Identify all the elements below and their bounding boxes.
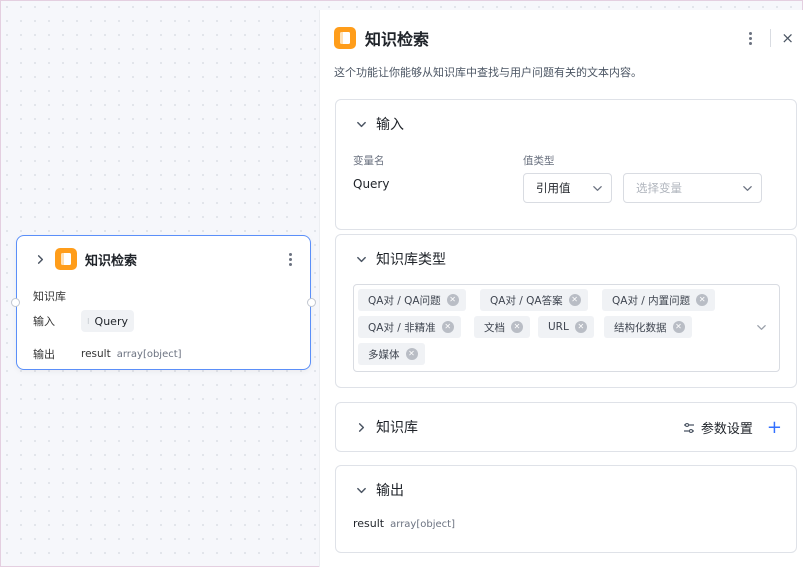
input-variable-name: Query	[94, 314, 128, 328]
node-input-row: 输入 ⁝ Query	[33, 310, 134, 332]
kb-type-tag: 多媒体 ✕	[358, 343, 425, 365]
kb-type-section: 知识库类型 QA对 / QA问题 ✕ QA对 / QA答案 ✕ QA对 / 内置…	[335, 234, 797, 388]
chevron-down-icon[interactable]	[756, 322, 767, 333]
remove-tag-icon[interactable]: ✕	[441, 321, 454, 333]
tag-label: QA对 / QA答案	[490, 294, 563, 307]
var-name-value: Query	[353, 177, 390, 191]
panel-title: 知识检索	[365, 30, 430, 49]
output-name: result	[353, 517, 385, 530]
node-kb-label: 知识库	[33, 290, 66, 303]
output-section-title: 输出	[376, 483, 404, 499]
output-handle[interactable]	[307, 298, 316, 307]
input-handle[interactable]	[11, 298, 20, 307]
output-section: 输出 result array[object]	[335, 465, 797, 553]
node-output-label: 输出	[33, 348, 55, 361]
output-type: array[object]	[390, 519, 455, 530]
input-variable-chip[interactable]: ⁝ Query	[81, 310, 134, 332]
kb-section-title: 知识库	[376, 420, 418, 436]
output-row: result array[object]	[353, 517, 455, 530]
input-section-header[interactable]: 输入	[354, 114, 404, 134]
node-title: 知识检索	[85, 253, 138, 269]
tag-label: 文档	[484, 321, 505, 334]
node-input-label: 输入	[33, 315, 55, 328]
add-kb-button[interactable]: +	[767, 418, 782, 437]
value-type-column-label: 值类型	[523, 155, 555, 167]
kb-type-section-title: 知识库类型	[376, 252, 446, 268]
kb-type-section-header[interactable]: 知识库类型	[354, 249, 446, 269]
remove-tag-icon[interactable]: ✕	[672, 321, 685, 333]
remove-tag-icon[interactable]: ✕	[511, 321, 523, 333]
kb-section-header[interactable]: 知识库	[354, 417, 418, 437]
remove-tag-icon[interactable]: ✕	[446, 294, 459, 306]
panel-actions: ×	[745, 29, 794, 47]
kb-type-tag: URL ✕	[538, 316, 594, 338]
kb-section: 知识库 参数设置 +	[335, 402, 797, 452]
var-name-column-label: 变量名	[353, 155, 385, 167]
close-icon[interactable]: ×	[781, 30, 794, 46]
chevron-down-icon[interactable]	[354, 483, 368, 497]
knowledge-retrieval-node[interactable]: 知识检索 知识库 输入 ⁝ Query 输出 result array[obje…	[11, 235, 316, 370]
variable-select-placeholder: 选择变量	[636, 181, 682, 195]
remove-tag-icon[interactable]: ✕	[696, 294, 709, 306]
chevron-down-icon	[742, 183, 753, 194]
divider	[770, 29, 772, 47]
kb-type-tag: QA对 / 非精准 ✕	[358, 316, 461, 338]
kb-type-multiselect[interactable]: QA对 / QA问题 ✕ QA对 / QA答案 ✕ QA对 / 内置问题 ✕ Q…	[353, 284, 780, 372]
kb-type-tag: 结构化数据 ✕	[604, 316, 692, 338]
tag-label: QA对 / QA问题	[368, 294, 441, 307]
remove-tag-icon[interactable]: ✕	[574, 321, 587, 333]
kb-type-tag: QA对 / 内置问题 ✕	[602, 289, 716, 311]
tag-label: QA对 / 非精准	[368, 321, 436, 334]
output-section-header[interactable]: 输出	[354, 480, 404, 500]
variable-icon: ⁝	[87, 316, 90, 326]
tag-label: 结构化数据	[614, 321, 667, 334]
chevron-down-icon[interactable]	[354, 117, 368, 131]
node-kb-row: 知识库	[33, 288, 66, 304]
remove-tag-icon[interactable]: ✕	[568, 294, 581, 306]
kb-section-actions: 参数设置 +	[683, 418, 782, 437]
node-settings-panel: 知识检索 × 这个功能让你能够从知识库中查找与用户问题有关的文本内容。 输入 变…	[319, 10, 803, 567]
kb-type-tag: 文档 ✕	[474, 316, 530, 338]
node-output-type: array[object]	[116, 348, 182, 360]
kb-type-tag: QA对 / QA答案 ✕	[480, 289, 588, 311]
node-output-row: 输出 result array[object]	[33, 346, 182, 362]
panel-description: 这个功能让你能够从知识库中查找与用户问题有关的文本内容。	[334, 66, 642, 79]
input-section-title: 输入	[376, 117, 404, 133]
chevron-down-icon	[592, 183, 603, 194]
knowledge-app-icon	[334, 27, 356, 49]
value-type-selected: 引用值	[536, 181, 571, 195]
chevron-down-icon[interactable]	[354, 252, 368, 266]
node-output-name: result	[81, 348, 111, 360]
kb-type-tag: QA对 / QA问题 ✕	[358, 289, 466, 311]
chevron-right-icon[interactable]	[354, 420, 368, 434]
variable-select[interactable]: 选择变量	[623, 173, 762, 203]
tag-label: 多媒体	[368, 348, 400, 361]
knowledge-app-icon	[55, 248, 77, 270]
node-header: 知识检索	[33, 248, 296, 270]
sliders-icon[interactable]	[683, 422, 695, 434]
param-settings-button[interactable]: 参数设置	[701, 418, 753, 437]
tag-label: QA对 / 内置问题	[612, 294, 691, 307]
more-options-icon[interactable]	[745, 30, 756, 47]
value-type-select[interactable]: 引用值	[523, 173, 612, 203]
chevron-right-icon[interactable]	[33, 252, 47, 266]
more-options-icon[interactable]	[285, 251, 296, 268]
panel-header: 知识检索 ×	[334, 26, 794, 50]
input-section: 输入 变量名 值类型 Query 引用值 选择变量	[335, 99, 797, 230]
remove-tag-icon[interactable]: ✕	[405, 348, 418, 360]
tag-label: URL	[548, 321, 569, 333]
